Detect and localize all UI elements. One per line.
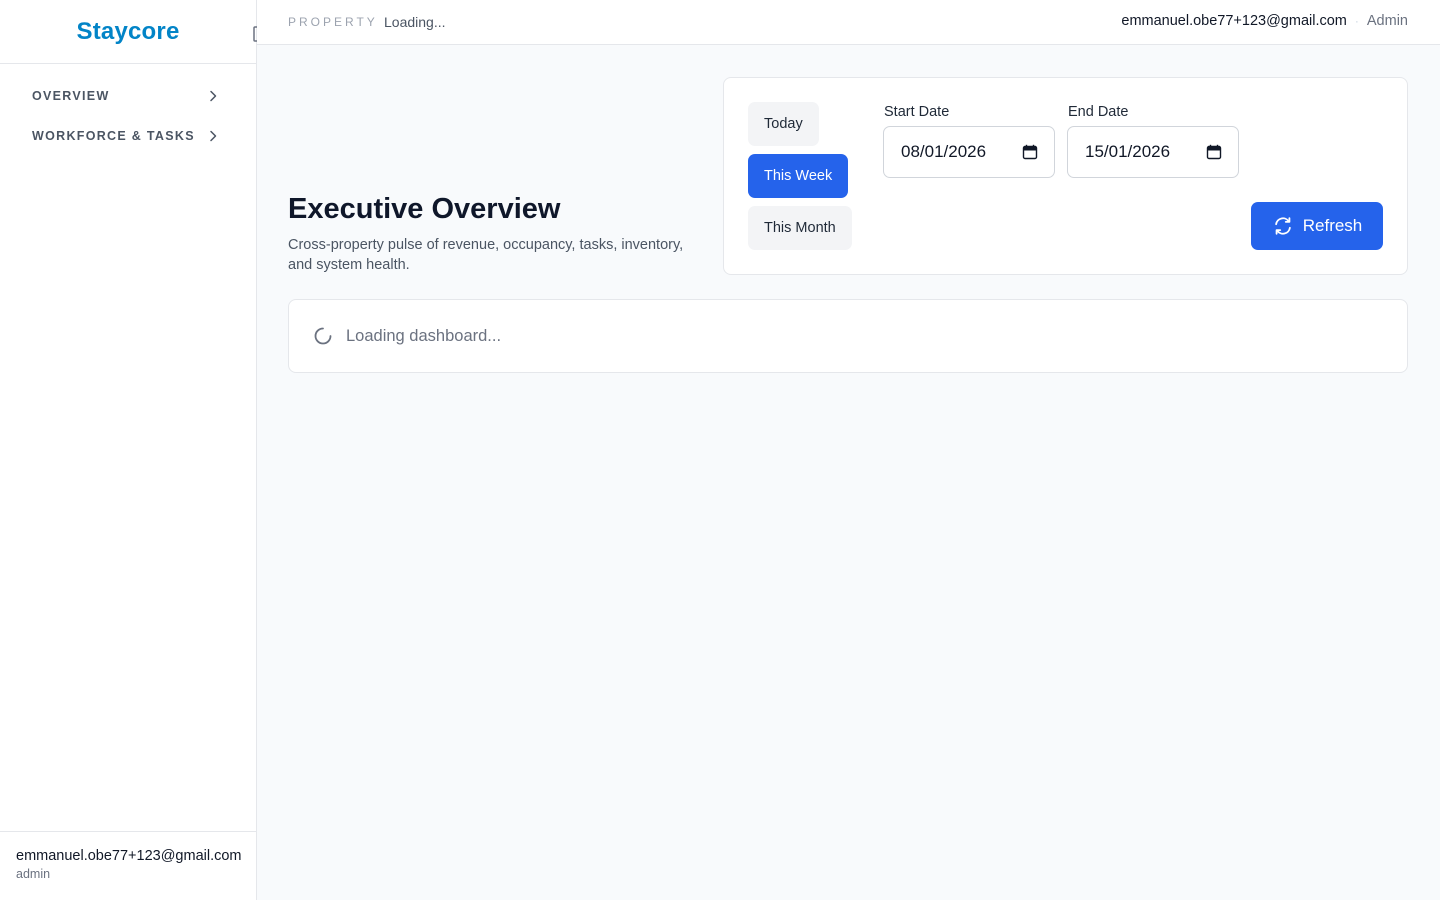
calendar-icon[interactable] xyxy=(1206,144,1222,160)
footer-user-role: admin xyxy=(16,867,51,881)
calendar-icon[interactable] xyxy=(1022,144,1038,160)
brand-logo[interactable]: Staycore xyxy=(77,18,180,46)
user-role: Admin xyxy=(1366,13,1408,29)
sidebar: Staycore OVERVIEW WORKFORCE & TASKS emma… xyxy=(0,0,257,900)
sidebar-item-label: OVERVIEW xyxy=(32,89,110,103)
start-date-input[interactable]: 08/01/2026 xyxy=(883,126,1055,178)
preset-today-button[interactable]: Today xyxy=(748,102,819,146)
sidebar-user-footer: emmanuel.obe77+123@gmail.com admin xyxy=(0,831,256,900)
loading-text: Loading dashboard... xyxy=(346,326,502,345)
start-date-value: 08/01/2026 xyxy=(901,142,987,161)
sidebar-item-workforce-tasks[interactable]: WORKFORCE & TASKS xyxy=(0,116,256,156)
page-subtitle: Cross-property pulse of revenue, occupan… xyxy=(288,237,684,273)
footer-user-email: emmanuel.obe77+123@gmail.com xyxy=(16,848,242,864)
refresh-button[interactable]: Refresh xyxy=(1251,202,1383,250)
end-date-value: 15/01/2026 xyxy=(1085,142,1171,161)
property-selector[interactable]: Loading... xyxy=(384,14,446,30)
refresh-icon xyxy=(1274,217,1291,235)
separator: · xyxy=(1354,14,1359,28)
preset-this-week-button[interactable]: This Week xyxy=(748,154,849,198)
app-root: Staycore OVERVIEW WORKFORCE & TASKS emma… xyxy=(0,0,1440,900)
preset-this-month-button[interactable]: This Month xyxy=(748,206,852,250)
user-email: emmanuel.obe77+123@gmail.com xyxy=(1121,13,1347,29)
refresh-label: Refresh xyxy=(1302,216,1363,235)
loading-panel: Loading dashboard... xyxy=(288,299,1408,373)
spinner-icon xyxy=(314,327,332,345)
end-date-input[interactable]: 15/01/2026 xyxy=(1067,126,1239,178)
user-menu[interactable]: emmanuel.obe77+123@gmail.com · Admin xyxy=(1121,13,1408,29)
page-title: Executive Overview xyxy=(288,193,561,225)
date-filter-card: Today This Week This Month Start Date 08… xyxy=(723,77,1408,275)
sidebar-item-label: WORKFORCE & TASKS xyxy=(32,129,195,143)
chevron-right-icon xyxy=(210,130,217,142)
end-date-label: End Date xyxy=(1068,104,1129,120)
property-label: PROPERTY xyxy=(288,15,378,29)
brand-header: Staycore xyxy=(0,0,256,64)
start-date-label: Start Date xyxy=(884,104,950,120)
sidebar-nav: OVERVIEW WORKFORCE & TASKS xyxy=(0,64,256,156)
top-bar: PROPERTY Loading... emmanuel.obe77+123@g… xyxy=(257,0,1440,45)
sidebar-item-overview[interactable]: OVERVIEW xyxy=(0,76,256,116)
chevron-right-icon xyxy=(210,90,217,102)
